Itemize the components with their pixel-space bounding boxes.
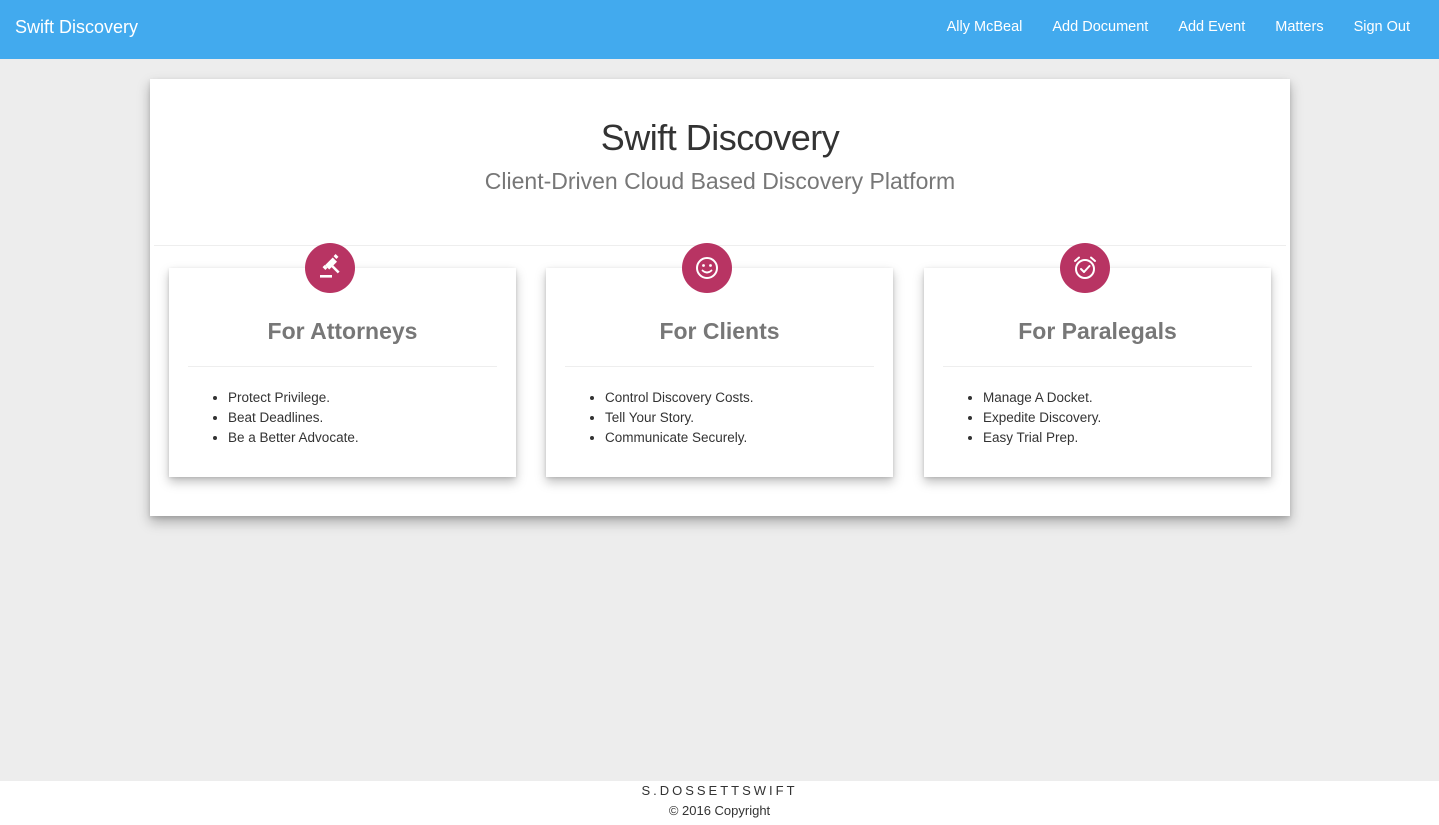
nav-links: Ally McBeal Add Document Add Event Matte… bbox=[947, 19, 1410, 35]
feature-card-attorneys: For Attorneys Protect Privilege. Beat De… bbox=[169, 243, 516, 477]
gavel-icon bbox=[305, 243, 355, 293]
alarm-clock-check-icon bbox=[1060, 243, 1110, 293]
list-item: Control Discovery Costs. bbox=[605, 388, 754, 408]
nav-matters-link[interactable]: Matters bbox=[1275, 19, 1323, 35]
card-divider bbox=[943, 366, 1252, 367]
nav-sign-out-link[interactable]: Sign Out bbox=[1354, 19, 1410, 35]
feature-list: Control Discovery Costs. Tell Your Story… bbox=[605, 388, 754, 448]
list-item: Protect Privilege. bbox=[228, 388, 359, 408]
feature-list: Manage A Docket. Expedite Discovery. Eas… bbox=[983, 388, 1101, 448]
list-item: Manage A Docket. bbox=[983, 388, 1101, 408]
brand-link[interactable]: Swift Discovery bbox=[15, 17, 138, 38]
footer-copyright: © 2016 Copyright bbox=[668, 803, 771, 818]
list-item: Beat Deadlines. bbox=[228, 408, 359, 428]
card-title: For Paralegals bbox=[1018, 318, 1177, 344]
card-divider bbox=[565, 366, 874, 367]
navbar: Swift Discovery Ally McBeal Add Document… bbox=[0, 0, 1439, 59]
feature-list: Protect Privilege. Beat Deadlines. Be a … bbox=[228, 388, 359, 448]
nav-add-document-link[interactable]: Add Document bbox=[1052, 19, 1148, 35]
list-item: Be a Better Advocate. bbox=[228, 428, 359, 448]
card-title: For Attorneys bbox=[267, 318, 418, 344]
nav-user-link[interactable]: Ally McBeal bbox=[947, 19, 1023, 35]
list-item: Easy Trial Prep. bbox=[983, 428, 1101, 448]
list-item: Communicate Securely. bbox=[605, 428, 754, 448]
nav-add-event-link[interactable]: Add Event bbox=[1178, 19, 1245, 35]
hero-panel: Swift Discovery Client-Driven Cloud Base… bbox=[150, 79, 1290, 516]
card-divider bbox=[188, 366, 497, 367]
feature-card-paralegals: For Paralegals Manage A Docket. Expedite… bbox=[924, 243, 1271, 477]
card-title: For Clients bbox=[659, 318, 780, 344]
list-item: Tell Your Story. bbox=[605, 408, 754, 428]
footer-brand: S.DOSSETTSWIFT bbox=[641, 783, 798, 798]
hero-subtitle: Client-Driven Cloud Based Discovery Plat… bbox=[484, 168, 956, 194]
footer: S.DOSSETTSWIFT © 2016 Copyright bbox=[0, 781, 1439, 825]
smiley-face-icon bbox=[682, 243, 732, 293]
hero-title: Swift Discovery bbox=[600, 117, 840, 158]
feature-card-clients: For Clients Control Discovery Costs. Tel… bbox=[546, 243, 893, 477]
list-item: Expedite Discovery. bbox=[983, 408, 1101, 428]
